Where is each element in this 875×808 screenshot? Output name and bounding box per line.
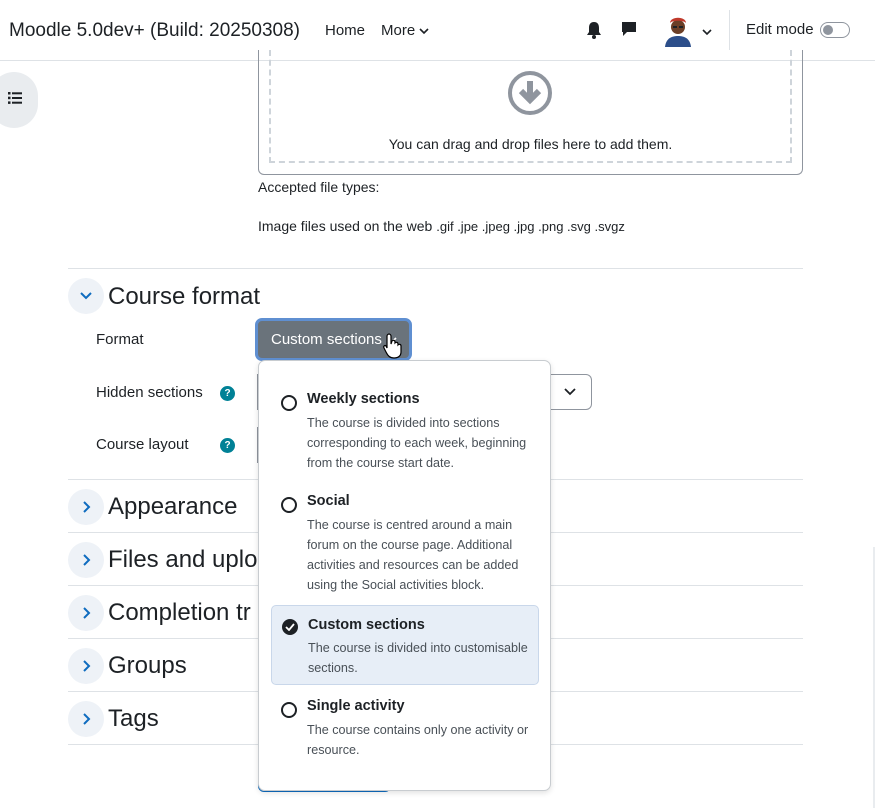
format-label: Format — [96, 331, 144, 348]
format-option-custom-sections[interactable]: Custom sections The course is divided in… — [271, 605, 539, 685]
format-option-social[interactable]: Social The course is centred around a ma… — [271, 493, 539, 597]
edit-mode-label: Edit mode — [746, 21, 814, 38]
option-title: Custom sections — [308, 617, 425, 633]
format-dropdown-menu: Weekly sections The course is divided in… — [258, 360, 551, 791]
accepted-file-types-label: Accepted file types: — [258, 179, 380, 195]
nav-divider — [729, 10, 730, 50]
section-title-groups[interactable]: Groups — [108, 652, 187, 680]
chat-icon[interactable] — [620, 20, 640, 40]
chevron-right-icon — [83, 660, 91, 672]
chevron-down-icon — [80, 292, 92, 300]
chevron-right-icon — [83, 501, 91, 513]
radio-unchecked-icon — [281, 702, 297, 718]
nav-more-menu[interactable]: More — [381, 22, 429, 39]
section-expand-button[interactable] — [68, 542, 104, 578]
chevron-down-icon — [564, 388, 576, 396]
chevron-right-icon — [83, 713, 91, 725]
course-layout-label: Course layout — [96, 436, 189, 453]
section-title-tags[interactable]: Tags — [108, 705, 159, 733]
chevron-down-icon[interactable] — [701, 24, 713, 36]
option-title: Single activity — [307, 698, 405, 714]
toggle-knob — [823, 25, 833, 35]
option-title: Weekly sections — [307, 391, 420, 407]
course-index-drawer-button[interactable] — [0, 72, 38, 128]
list-icon — [8, 92, 22, 104]
format-select-value: Custom sections — [271, 331, 382, 348]
section-title-completion[interactable]: Completion tr — [108, 599, 251, 627]
section-title-appearance[interactable]: Appearance — [108, 493, 237, 521]
section-title-files[interactable]: Files and uplo — [108, 546, 257, 574]
accepted-file-types: Image files used on the web .gif .jpe .j… — [258, 218, 625, 234]
section-expand-button[interactable] — [68, 648, 104, 684]
chevron-right-icon — [83, 554, 91, 566]
option-description: The course is divided into sections corr… — [307, 416, 527, 470]
edit-mode-toggle[interactable] — [820, 22, 850, 38]
section-expand-button[interactable] — [68, 489, 104, 525]
download-circle-icon — [507, 70, 553, 121]
section-divider — [68, 268, 803, 269]
user-avatar[interactable] — [662, 13, 694, 47]
section-expand-button[interactable] — [68, 701, 104, 737]
section-expand-button[interactable] — [68, 595, 104, 631]
help-icon[interactable]: ? — [220, 386, 235, 401]
chevron-down-icon — [419, 22, 429, 39]
section-collapse-button[interactable] — [68, 278, 104, 314]
option-description: The course is divided into customisable … — [308, 641, 528, 675]
section-title-course-format[interactable]: Course format — [108, 283, 260, 311]
nav-home-link[interactable]: Home — [325, 22, 365, 39]
option-title: Social — [307, 493, 350, 509]
file-types-extensions: .gif .jpe .jpeg .jpg .png .svg .svgz — [436, 219, 625, 234]
help-icon[interactable]: ? — [220, 438, 235, 453]
bell-icon[interactable] — [585, 20, 605, 40]
hand-cursor-icon — [383, 333, 403, 364]
format-option-single-activity[interactable]: Single activity The course contains only… — [271, 698, 539, 762]
option-description: The course is centred around a main foru… — [307, 518, 519, 592]
chevron-right-icon — [83, 607, 91, 619]
site-brand[interactable]: Moodle 5.0dev+ (Build: 20250308) — [9, 20, 300, 42]
check-icon — [282, 619, 298, 635]
radio-unchecked-icon — [281, 497, 297, 513]
option-description: The course contains only one activity or… — [307, 723, 529, 757]
format-option-weekly[interactable]: Weekly sections The course is divided in… — [271, 391, 539, 475]
radio-unchecked-icon — [281, 395, 297, 411]
nav-more-label: More — [381, 22, 416, 39]
hidden-sections-label: Hidden sections — [96, 384, 203, 401]
file-types-label: Image files used on the web — [258, 218, 433, 234]
dropzone-text: You can drag and drop files here to add … — [388, 136, 673, 152]
